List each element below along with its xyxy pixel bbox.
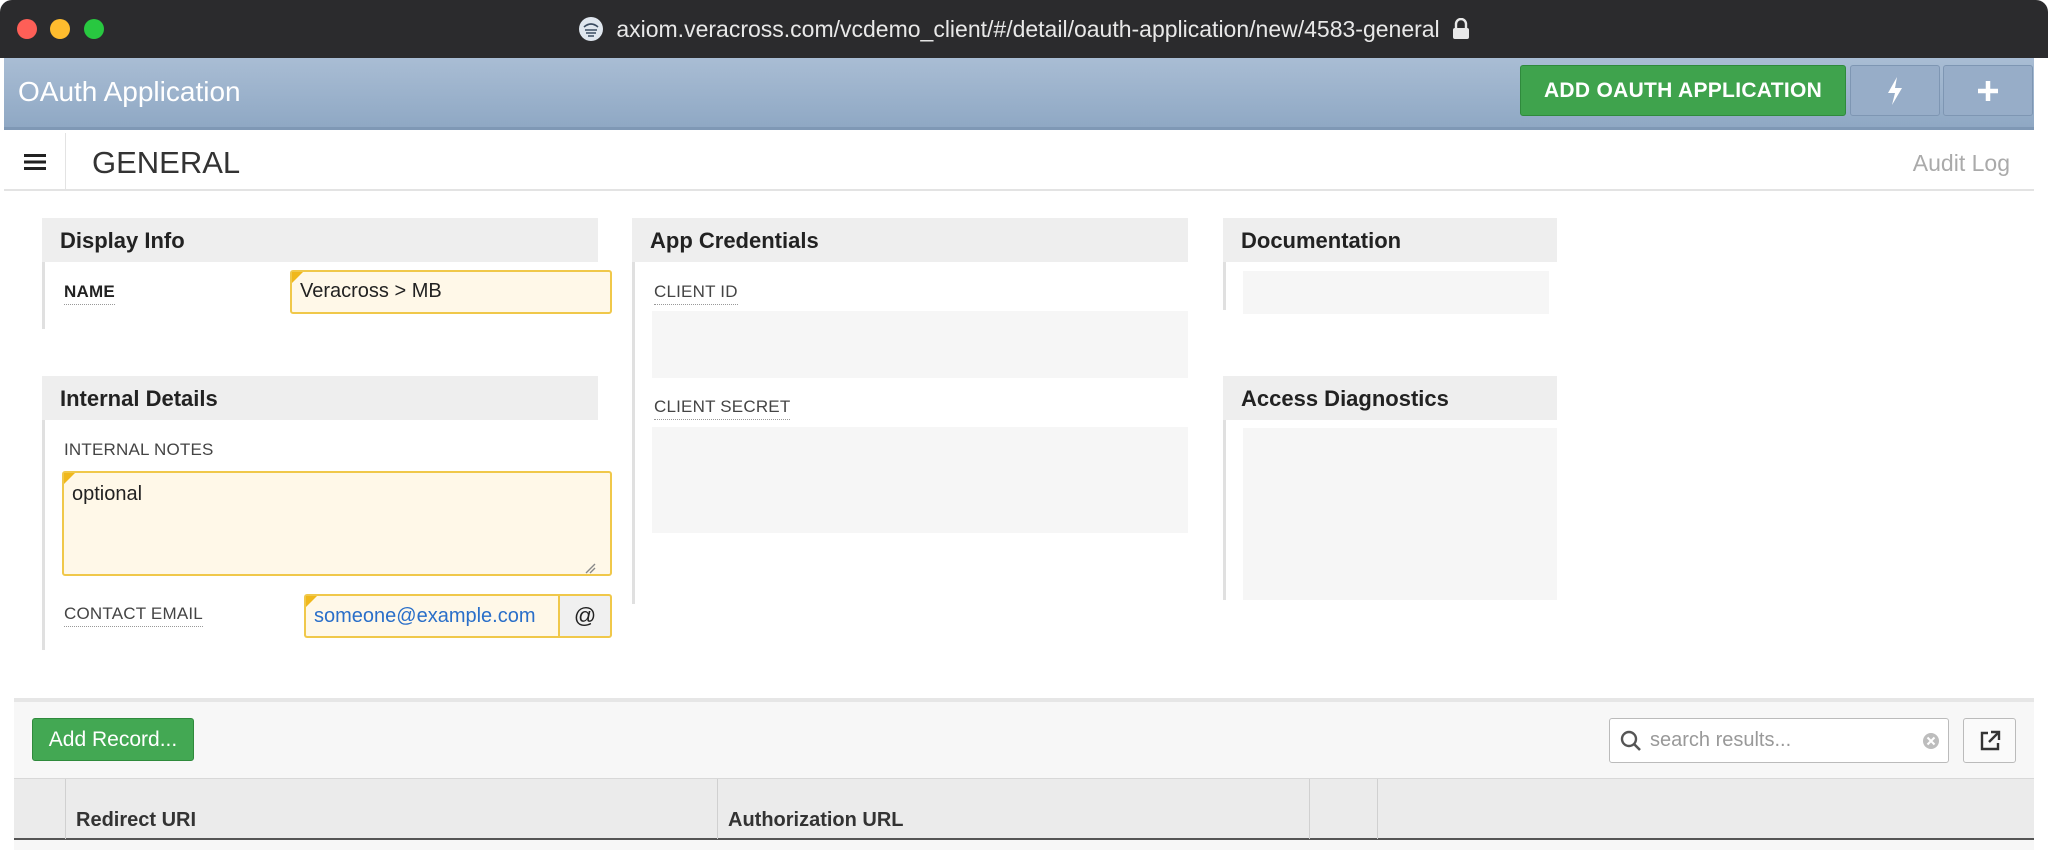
browser-window: axiom.veracross.com/vcdemo_client/#/deta…	[0, 0, 2048, 850]
menu-button[interactable]	[4, 133, 66, 191]
client-id-label: CLIENT ID	[654, 282, 738, 305]
filler-column-header	[1378, 779, 2034, 839]
detail-content: Display Info NAME Veracross > MB Interna…	[14, 193, 2034, 698]
name-label: NAME	[64, 282, 115, 305]
clear-search-icon[interactable]	[1922, 732, 1940, 750]
panel-divider	[1223, 262, 1226, 310]
documentation-value	[1243, 271, 1549, 314]
search-results-box	[1609, 718, 1949, 763]
audit-log-link[interactable]: Audit Log	[1913, 150, 2010, 177]
panel-divider	[1223, 420, 1226, 600]
page-title: GENERAL	[92, 145, 241, 180]
app-header: OAuth Application ADD OAUTH APPLICATION	[4, 58, 2034, 130]
contact-email-group: someone@example.com @	[304, 594, 612, 638]
documentation-heading: Documentation	[1223, 218, 1557, 262]
client-secret-value	[652, 427, 1188, 533]
address-bar[interactable]: axiom.veracross.com/vcdemo_client/#/deta…	[0, 0, 2048, 58]
plus-icon	[1978, 80, 1998, 101]
add-button[interactable]	[1943, 65, 2033, 116]
add-oauth-application-button[interactable]: ADD OAUTH APPLICATION	[1520, 65, 1846, 116]
send-email-button[interactable]: @	[558, 594, 612, 638]
internal-notes-label: INTERNAL NOTES	[64, 440, 214, 459]
panel-divider	[42, 420, 45, 650]
client-id-value	[652, 311, 1188, 378]
lightning-icon	[1888, 76, 1902, 105]
display-info-heading: Display Info	[42, 218, 598, 262]
open-in-new-window-button[interactable]	[1963, 718, 2016, 763]
site-icon	[579, 17, 604, 41]
section-header: GENERAL Audit Log	[4, 133, 2034, 191]
external-link-icon	[1980, 730, 2000, 750]
redirect-uri-column-header[interactable]: Redirect URI	[66, 779, 718, 839]
url-text: axiom.veracross.com/vcdemo_client/#/deta…	[616, 15, 1440, 42]
browser-titlebar: axiom.veracross.com/vcdemo_client/#/deta…	[0, 0, 2048, 58]
quick-actions-button[interactable]	[1850, 65, 1940, 116]
add-record-button[interactable]: Add Record...	[32, 718, 194, 761]
internal-notes-field[interactable]: optional	[62, 471, 612, 576]
app-credentials-heading: App Credentials	[632, 218, 1188, 262]
select-column-header[interactable]	[14, 779, 66, 839]
resize-handle-icon[interactable]	[584, 562, 596, 574]
search-results-input[interactable]	[1650, 719, 1910, 762]
search-icon	[1620, 730, 1641, 751]
grid-header-row: Redirect URI Authorization URL	[14, 778, 2034, 840]
access-diagnostics-heading: Access Diagnostics	[1223, 376, 1557, 420]
name-field[interactable]: Veracross > MB	[290, 270, 612, 314]
authorization-url-column-header[interactable]: Authorization URL	[718, 779, 1310, 839]
access-diagnostics-value	[1243, 428, 1557, 600]
contact-email-field[interactable]: someone@example.com	[304, 594, 558, 638]
panel-divider	[42, 262, 45, 329]
redirect-uris-grid: Add Record... Redirect URI Authorization	[14, 698, 2034, 850]
contact-email-label: CONTACT EMAIL	[64, 604, 203, 627]
app-title: OAuth Application	[18, 76, 241, 107]
lock-icon	[1452, 18, 1469, 39]
panel-divider	[632, 262, 635, 604]
client-secret-label: CLIENT SECRET	[654, 397, 791, 420]
hamburger-icon	[23, 154, 46, 170]
extra-column-header[interactable]	[1310, 779, 1378, 839]
internal-details-heading: Internal Details	[42, 376, 598, 420]
